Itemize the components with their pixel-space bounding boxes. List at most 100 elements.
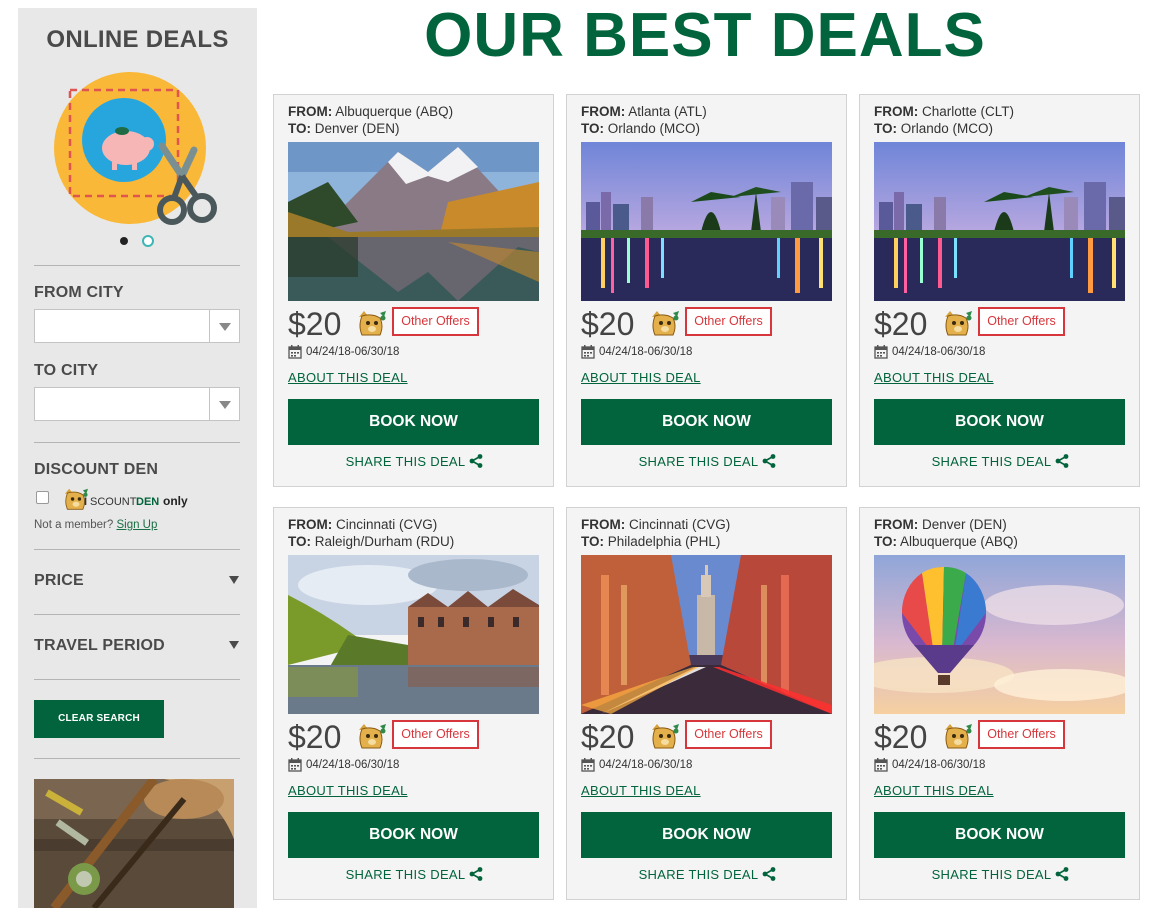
member-prompt-text: Not a member? (34, 519, 114, 531)
sidebar-title: ONLINE DEALS (46, 26, 229, 53)
book-now-button[interactable]: BOOK NOW (581, 399, 832, 445)
other-offers-button[interactable]: Other Offers (392, 720, 479, 749)
deal-card: FROM: Cincinnati (CVG) TO: Philadelphia … (566, 507, 847, 900)
deal-dates: 04/24/18-06/30/18 (892, 346, 986, 358)
chevron-down-icon[interactable] (229, 641, 239, 649)
deal-dates: 04/24/18-06/30/18 (892, 759, 986, 771)
orlando-skyline-photo[interactable] (581, 142, 832, 301)
to-label: TO: (874, 121, 897, 136)
carousel-dot-1[interactable] (120, 237, 128, 245)
book-now-button[interactable]: BOOK NOW (874, 399, 1125, 445)
about-this-deal-link[interactable]: ABOUT THIS DEAL (288, 783, 408, 798)
carousel-dots (118, 235, 168, 249)
mountain-lake-photo[interactable] (288, 142, 539, 301)
deal-route: FROM: Cincinnati (CVG) TO: Raleigh/Durha… (288, 516, 454, 550)
orlando-skyline-photo[interactable] (874, 142, 1125, 301)
hot-air-balloon-photo[interactable] (874, 555, 1125, 714)
share-icon (762, 454, 776, 468)
book-now-button[interactable]: BOOK NOW (288, 399, 539, 445)
chevron-down-icon[interactable] (209, 310, 239, 342)
deal-from-city: Atlanta (ATL) (628, 104, 707, 119)
to-label: TO: (874, 534, 897, 549)
divider (34, 758, 240, 759)
share-this-deal-link[interactable]: SHARE THIS DEAL (567, 454, 848, 469)
svg-text:DEN: DEN (136, 496, 159, 508)
chevron-down-icon[interactable] (209, 388, 239, 420)
share-label: SHARE THIS DEAL (931, 454, 1052, 469)
sidebar: ONLINE DEALS FROM CITY TO CITY DISCOUNT … (18, 8, 257, 908)
discount-den-mascot-icon (649, 309, 681, 337)
to-city-select[interactable] (34, 387, 240, 421)
other-offers-button[interactable]: Other Offers (392, 307, 479, 336)
deal-card: FROM: Charlotte (CLT) TO: Orlando (MCO) … (859, 94, 1140, 487)
discount-den-mascot-icon (942, 722, 974, 750)
chevron-down-icon[interactable] (229, 576, 239, 584)
to-city-label: TO CITY (34, 362, 99, 379)
share-this-deal-link[interactable]: SHARE THIS DEAL (860, 867, 1141, 882)
share-icon (469, 867, 483, 881)
discount-den-checkbox[interactable] (36, 491, 49, 504)
fishing-gear-ad-image[interactable] (34, 779, 234, 908)
divider (34, 442, 240, 443)
book-now-button[interactable]: BOOK NOW (288, 812, 539, 858)
sign-up-link[interactable]: Sign Up (116, 519, 157, 531)
about-this-deal-link[interactable]: ABOUT THIS DEAL (288, 370, 408, 385)
divider (34, 265, 240, 266)
divider (34, 614, 240, 615)
from-city-label: FROM CITY (34, 284, 124, 301)
from-label: FROM: (288, 104, 333, 119)
other-offers-button[interactable]: Other Offers (978, 720, 1065, 749)
deal-to-city: Albuquerque (ABQ) (900, 534, 1018, 549)
book-now-button[interactable]: BOOK NOW (874, 812, 1125, 858)
deal-dates: 04/24/18-06/30/18 (599, 759, 693, 771)
share-this-deal-link[interactable]: SHARE THIS DEAL (860, 454, 1141, 469)
other-offers-button[interactable]: Other Offers (685, 720, 772, 749)
share-label: SHARE THIS DEAL (345, 454, 466, 469)
share-this-deal-link[interactable]: SHARE THIS DEAL (567, 867, 848, 882)
carousel-dot-2[interactable] (142, 235, 154, 247)
from-label: FROM: (581, 517, 626, 532)
deal-from-city: Cincinnati (CVG) (629, 517, 731, 532)
discount-den-mascot-icon (942, 309, 974, 337)
other-offers-button[interactable]: Other Offers (978, 307, 1065, 336)
from-city-select[interactable] (34, 309, 240, 343)
deal-card: FROM: Denver (DEN) TO: Albuquerque (ABQ)… (859, 507, 1140, 900)
from-label: FROM: (874, 104, 919, 119)
travel-period-filter-label[interactable]: TRAVEL PERIOD (34, 637, 165, 655)
share-this-deal-link[interactable]: SHARE THIS DEAL (274, 867, 555, 882)
about-this-deal-link[interactable]: ABOUT THIS DEAL (874, 783, 994, 798)
deal-price: $20 (288, 306, 342, 342)
svg-text:I: I (84, 496, 87, 508)
discount-den-label: DISCOUNT DEN (34, 461, 159, 478)
deal-from-city: Albuquerque (ABQ) (335, 104, 454, 119)
deal-from-city: Denver (DEN) (922, 517, 1007, 532)
deal-card: FROM: Atlanta (ATL) TO: Orlando (MCO) $2… (566, 94, 847, 487)
share-label: SHARE THIS DEAL (931, 867, 1052, 882)
to-label: TO: (288, 534, 311, 549)
philadelphia-street-photo[interactable] (581, 555, 832, 714)
deal-price: $20 (288, 719, 342, 755)
svg-text:SCOUNT: SCOUNT (90, 496, 137, 508)
deal-price: $20 (874, 719, 928, 755)
about-this-deal-link[interactable]: ABOUT THIS DEAL (581, 783, 701, 798)
deal-dates: 04/24/18-06/30/18 (306, 759, 400, 771)
discount-den-mascot-icon (356, 309, 388, 337)
deal-price: $20 (874, 306, 928, 342)
deal-route: FROM: Atlanta (ATL) TO: Orlando (MCO) (581, 103, 707, 137)
about-this-deal-link[interactable]: ABOUT THIS DEAL (874, 370, 994, 385)
share-this-deal-link[interactable]: SHARE THIS DEAL (274, 454, 555, 469)
deal-price: $20 (581, 306, 635, 342)
about-this-deal-link[interactable]: ABOUT THIS DEAL (581, 370, 701, 385)
price-filter-label[interactable]: PRICE (34, 572, 84, 590)
deal-route: FROM: Charlotte (CLT) TO: Orlando (MCO) (874, 103, 1014, 137)
share-icon (1055, 867, 1069, 881)
deal-dates: 04/24/18-06/30/18 (599, 346, 693, 358)
book-now-button[interactable]: BOOK NOW (581, 812, 832, 858)
other-offers-button[interactable]: Other Offers (685, 307, 772, 336)
river-buildings-photo[interactable] (288, 555, 539, 714)
deal-from-city: Charlotte (CLT) (922, 104, 1015, 119)
clear-search-button[interactable]: CLEAR SEARCH (34, 700, 164, 738)
calendar-icon (581, 345, 595, 359)
calendar-icon (288, 758, 302, 772)
calendar-icon (874, 758, 888, 772)
